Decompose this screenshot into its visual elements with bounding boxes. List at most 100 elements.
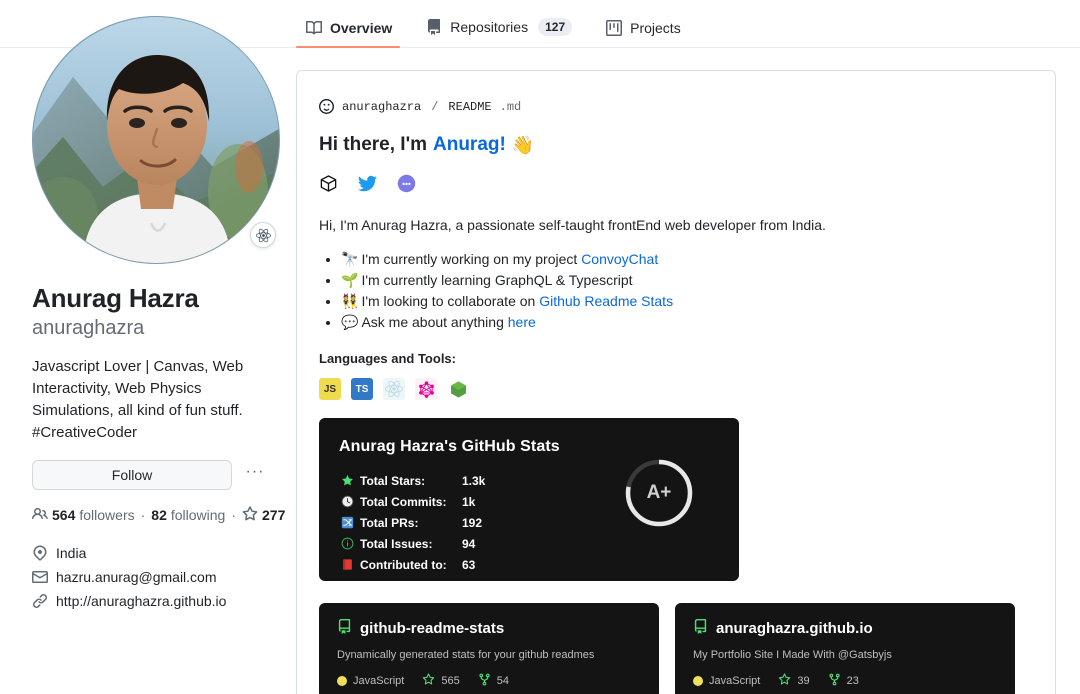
- repo-name[interactable]: anuraghazra.github.io: [716, 620, 873, 637]
- separator-2: ·: [231, 507, 237, 523]
- meta-email-text: hazru.anurag@gmail.com: [56, 568, 217, 585]
- nodejs-icon[interactable]: [447, 378, 469, 400]
- github-stats-title: Anurag Hazra's GitHub Stats: [339, 438, 560, 455]
- meta-email[interactable]: hazru.anurag@gmail.com: [32, 565, 282, 589]
- tab-overview[interactable]: Overview: [296, 14, 408, 48]
- readme-filename[interactable]: README: [448, 100, 491, 114]
- typescript-icon-label: TS: [355, 383, 369, 395]
- codesandbox-icon[interactable]: [319, 174, 338, 193]
- stat-row-contributed-to: Contributed to: 63: [339, 554, 719, 575]
- react-status-icon[interactable]: [250, 222, 276, 248]
- tab-repositories-label: Repositories: [450, 19, 529, 35]
- repo-card-github-readme-stats[interactable]: github-readme-stats Dynamically generate…: [319, 603, 659, 694]
- meta-location: India: [32, 541, 282, 565]
- book-icon: [306, 20, 322, 36]
- people-emoji-icon: 👯: [341, 293, 359, 309]
- repo-language: JavaScript: [693, 675, 760, 687]
- readme-heading-link[interactable]: Anurag!: [433, 134, 506, 156]
- profile-meta-list: India hazru.anurag@gmail.com http://anur…: [32, 541, 282, 613]
- stat-label-total-stars: Total Stars:: [360, 473, 426, 488]
- javascript-icon-label: JS: [323, 383, 337, 395]
- readme-heading-prefix: Hi there, I'm: [319, 134, 427, 155]
- repo-language: JavaScript: [337, 675, 404, 687]
- here-link[interactable]: here: [508, 314, 536, 330]
- stat-value-total-commits: 1k: [462, 494, 476, 509]
- stars-link[interactable]: 277: [242, 505, 285, 525]
- profile-fullname: Anurag Hazra: [32, 283, 199, 313]
- stat-label-total-issues: Total Issues:: [360, 536, 433, 551]
- graphql-icon[interactable]: [415, 378, 437, 400]
- repo-meta: JavaScript 39 23: [693, 673, 997, 689]
- tab-overview-label: Overview: [330, 20, 393, 36]
- repo-description: Dynamically generated stats for your git…: [337, 649, 595, 661]
- stat-value-total-issues: 94: [462, 536, 476, 551]
- list-item: 👯I'm looking to collaborate on Github Re…: [341, 291, 1033, 312]
- profile-tabs: Overview Repositories 127 Projects: [296, 0, 697, 48]
- repositories-count: 127: [538, 18, 573, 36]
- avatar-wrapper: [32, 16, 280, 264]
- profile-actions: Follow ···: [32, 459, 282, 490]
- twitter-icon[interactable]: [358, 174, 377, 193]
- react-icon[interactable]: [383, 378, 405, 400]
- list-item: 🌱I'm currently learning GraphQL & Typesc…: [341, 270, 1033, 291]
- avatar-image: [33, 17, 279, 263]
- book-icon: [339, 558, 355, 571]
- convoychat-link[interactable]: ConvoyChat: [581, 251, 658, 267]
- repo-icon: [693, 619, 708, 638]
- bullet-3-text: Ask me about anything: [361, 314, 508, 330]
- repo-forks: 54: [478, 673, 509, 689]
- stat-label-contributed-to: Contributed to:: [360, 557, 447, 572]
- repo-title: anuraghazra.github.io: [693, 619, 997, 638]
- github-stats-card[interactable]: Anurag Hazra's GitHub Stats Total Stars:…: [319, 418, 739, 581]
- javascript-icon[interactable]: JS: [319, 378, 341, 400]
- following-link[interactable]: 82 following: [151, 507, 225, 523]
- typescript-icon[interactable]: TS: [351, 378, 373, 400]
- repo-name[interactable]: github-readme-stats: [360, 620, 504, 637]
- avatar[interactable]: [32, 16, 280, 264]
- stat-row-total-issues: Total Issues: 94: [339, 533, 719, 554]
- tab-projects[interactable]: Projects: [596, 14, 697, 48]
- fork-icon: [828, 673, 841, 689]
- link-icon: [32, 593, 48, 609]
- follow-button[interactable]: Follow: [32, 459, 232, 490]
- tab-repositories[interactable]: Repositories 127: [416, 12, 588, 48]
- waving-hand-icon: 👋: [511, 134, 535, 155]
- list-item: 🔭I'm currently working on my project Con…: [341, 249, 1033, 270]
- location-icon: [32, 544, 48, 561]
- discord-icon[interactable]: [397, 174, 416, 193]
- repo-meta: JavaScript 565 54: [337, 673, 641, 689]
- stat-value-contributed-to: 63: [462, 557, 476, 572]
- repo-star-count: 39: [797, 675, 810, 687]
- meta-location-text: India: [56, 544, 87, 561]
- more-options-button[interactable]: ···: [240, 460, 270, 490]
- telescope-icon: 🔭: [341, 251, 359, 267]
- readme-owner[interactable]: anuraghazra: [342, 100, 421, 114]
- readme-extension: .md: [499, 99, 522, 114]
- github-readme-stats-link[interactable]: Github Readme Stats: [539, 293, 673, 309]
- followers-link[interactable]: 564 followers: [32, 506, 135, 525]
- readme-social-links: [319, 174, 1033, 193]
- profile-sidebar: Anurag Hazra anuraghazra Javascript Love…: [32, 16, 285, 613]
- readme-card: anuraghazra / README .md Hi there, I'm An…: [296, 70, 1056, 694]
- bullet-1-text: I'm currently learning GraphQL & Typescr…: [361, 272, 633, 288]
- repo-star-count: 565: [441, 675, 460, 687]
- followers-label: followers: [79, 507, 135, 523]
- pinned-repositories: github-readme-stats Dynamically generate…: [319, 603, 1033, 694]
- clock-icon: [339, 495, 355, 508]
- repo-language-label: JavaScript: [353, 675, 405, 687]
- repo-language-label: JavaScript: [709, 675, 761, 687]
- people-icon: [32, 506, 48, 525]
- list-item: 💬Ask me about anything here: [341, 312, 1033, 333]
- bullet-0-text: I'm currently working on my project: [361, 251, 582, 267]
- repo-description: My Portfolio Site I Made With @Gatsbyjs: [693, 649, 892, 661]
- repo-card-anuraghazra-github-io[interactable]: anuraghazra.github.io My Portfolio Site …: [675, 603, 1015, 694]
- tab-projects-label: Projects: [630, 20, 681, 36]
- language-color-dot: [693, 676, 703, 686]
- fork-icon: [478, 673, 491, 689]
- readme-intro: Hi, I'm Anurag Hazra, a passionate self-…: [319, 217, 826, 233]
- star-icon: [422, 673, 435, 689]
- stat-value-total-prs: 192: [462, 515, 483, 530]
- speech-balloon-icon: 💬: [341, 314, 359, 330]
- meta-website[interactable]: http://anuraghazra.github.io: [32, 589, 282, 613]
- repo-fork-count: 23: [846, 675, 859, 687]
